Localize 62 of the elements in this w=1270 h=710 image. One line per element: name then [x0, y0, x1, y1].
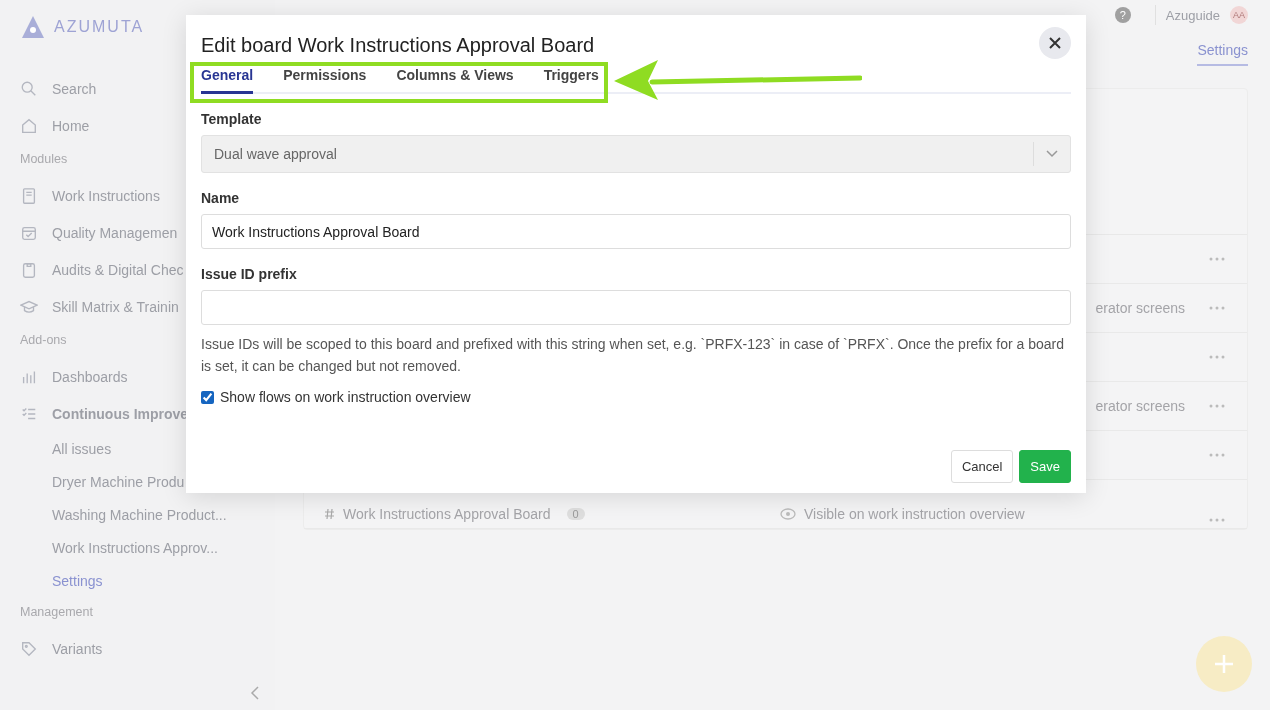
chevron-down-icon — [1046, 150, 1058, 158]
more-icon[interactable] — [1209, 453, 1225, 457]
sidebar-subitem[interactable]: Settings — [52, 572, 103, 589]
cancel-button[interactable]: Cancel — [950, 450, 1014, 483]
field-label: Template — [201, 111, 263, 127]
plus-icon — [1214, 654, 1234, 674]
dialog-tab[interactable]: General — [201, 61, 254, 94]
checkbox-label: Show flows on work instruction overview — [220, 389, 471, 405]
visibility-text: erator screens — [1095, 398, 1185, 414]
more-icon[interactable] — [1209, 404, 1225, 408]
user-menu[interactable]: Azuguide — [1165, 7, 1220, 23]
logo-icon — [20, 14, 46, 40]
count-badge: 0 — [566, 508, 585, 520]
sidebar-subitem[interactable]: Work Instructions Approv... — [52, 539, 218, 556]
section-heading: Add-ons — [20, 332, 67, 347]
visibility-text: erator screens — [1095, 300, 1185, 316]
sidebar-item[interactable]: Quality Managemen — [20, 214, 178, 251]
sidebar-item[interactable]: Variants — [20, 630, 103, 667]
chevron-left-icon[interactable] — [250, 686, 260, 700]
clipboard-icon — [20, 260, 38, 279]
avatar[interactable]: AA — [1230, 6, 1248, 24]
eye-icon — [780, 508, 796, 520]
field-label: Name — [201, 190, 241, 206]
dialog-title: Edit board Work Instructions Approval Board — [201, 32, 595, 57]
sidebar-subitem[interactable]: Washing Machine Product... — [52, 506, 227, 523]
tag-icon — [20, 639, 38, 658]
hash-icon — [324, 508, 335, 520]
page-tab[interactable]: Settings — [1197, 42, 1248, 66]
logo-text: AZUMUTA — [54, 18, 145, 36]
help-icon[interactable]: ? — [1114, 7, 1131, 23]
sidebar-item[interactable]: Audits & Digital Chec — [20, 251, 184, 288]
visibility-text: Visible on work instruction overview — [804, 506, 1025, 522]
document-icon — [20, 186, 38, 205]
sidebar-item[interactable]: Home — [20, 107, 90, 144]
dialog-tab[interactable]: Triggers — [543, 61, 599, 94]
home-icon — [20, 116, 38, 135]
sidebar-item[interactable]: Dashboards — [20, 358, 128, 395]
more-icon[interactable] — [1209, 518, 1225, 522]
add-button[interactable] — [1196, 636, 1252, 692]
dialog-tab[interactable]: Columns & Views — [396, 61, 514, 94]
checkbox[interactable] — [201, 390, 214, 404]
board-name: Work Instructions Approval Board — [343, 506, 551, 522]
name-field[interactable]: Work Instructions Approval Board — [201, 214, 1071, 249]
close-icon — [1048, 36, 1062, 50]
help-text: Issue IDs will be scoped to this board and prefixed with this string when set, e.g. `PRFX-123` in case of `PRFX`. Once the prefix for a board is set, it can be changed but not removed. — [201, 335, 1065, 376]
sidebar-item[interactable]: Search — [20, 70, 97, 107]
sidebar-item[interactable]: Work Instructions — [20, 177, 160, 214]
more-icon[interactable] — [1209, 306, 1225, 310]
save-button[interactable]: Save — [1019, 450, 1071, 483]
field-label: Issue ID prefix — [201, 266, 298, 282]
sidebar-subitem[interactable]: Dryer Machine Produ — [52, 473, 185, 490]
close-button[interactable] — [1039, 27, 1071, 59]
section-heading: Management — [20, 604, 93, 619]
prefix-field[interactable] — [201, 290, 1071, 325]
sidebar-subitem[interactable]: All issues — [52, 440, 112, 457]
section-heading: Modules — [20, 151, 68, 166]
dialog-tab[interactable]: Permissions — [283, 61, 367, 94]
more-icon[interactable] — [1209, 355, 1225, 359]
sidebar-item[interactable]: Continuous Improve — [20, 395, 189, 432]
search-icon — [20, 79, 38, 98]
more-icon[interactable] — [1209, 257, 1225, 261]
sidebar-item[interactable]: Skill Matrix & Trainin — [20, 288, 179, 325]
